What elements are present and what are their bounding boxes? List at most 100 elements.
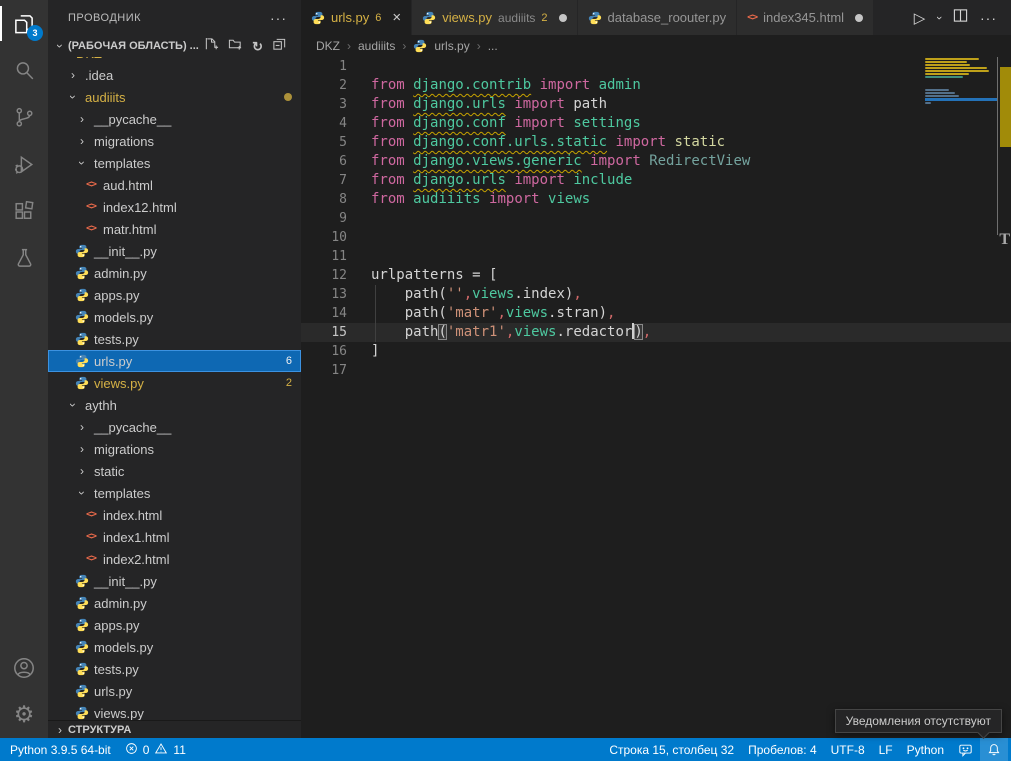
- code-line-14[interactable]: 14 path('matr',views.stran),: [301, 304, 1011, 323]
- tree-item-urls.py[interactable]: urls.py: [48, 680, 301, 702]
- tree-item-matr.html[interactable]: <>matr.html: [48, 218, 301, 240]
- explorer-more-icon[interactable]: ···: [270, 10, 287, 26]
- code-line-10[interactable]: 10: [301, 228, 1011, 247]
- close-icon[interactable]: ×: [392, 10, 401, 25]
- run-dropdown-icon[interactable]: ›: [933, 16, 945, 20]
- tree-item-tests.py[interactable]: tests.py: [48, 658, 301, 680]
- tab-folder-hint: audiiits: [498, 11, 535, 25]
- search-icon[interactable]: [0, 47, 48, 94]
- account-icon[interactable]: [0, 644, 48, 691]
- breadcrumb-file[interactable]: urls.py: [434, 39, 469, 53]
- breadcrumb-folder[interactable]: audiiits: [358, 39, 395, 53]
- problems-badge: 6: [286, 355, 292, 367]
- modified-dot[interactable]: [559, 14, 567, 22]
- tree-item-aud.html[interactable]: <>aud.html: [48, 174, 301, 196]
- breadcrumb-symbol[interactable]: ...: [488, 39, 498, 53]
- tree-item-tests.py[interactable]: tests.py: [48, 328, 301, 350]
- tab-views-py[interactable]: views.py audiiits 2: [412, 0, 577, 35]
- workspace-section-header[interactable]: › (РАБОЧАЯ ОБЛАСТЬ) ... ↻: [48, 35, 301, 57]
- split-editor-icon[interactable]: [953, 8, 968, 28]
- settings-gear-icon[interactable]: ⚙: [0, 691, 48, 738]
- language-mode-status[interactable]: Python: [900, 738, 951, 761]
- tree-item-index1.html[interactable]: <>index1.html: [48, 526, 301, 548]
- outline-label: СТРУКТУРА: [68, 724, 131, 736]
- tree-item-migrations[interactable]: ›migrations: [48, 130, 301, 152]
- tree-item-audiiits[interactable]: ›audiiits: [48, 86, 301, 108]
- tree-item-apps.py[interactable]: apps.py: [48, 284, 301, 306]
- breadcrumb-root[interactable]: DKZ: [316, 39, 340, 53]
- code-line-5[interactable]: 5from django.conf.urls.static import sta…: [301, 133, 1011, 152]
- tree-item-models.py[interactable]: models.py: [48, 636, 301, 658]
- code-line-13[interactable]: 13 path('',views.index),: [301, 285, 1011, 304]
- tree-item--pycache-[interactable]: ›__pycache__: [48, 108, 301, 130]
- code-line-8[interactable]: 8from audiiits import views: [301, 190, 1011, 209]
- chevron-down-icon: ›: [76, 155, 88, 171]
- minimap[interactable]: [925, 58, 997, 105]
- minimap-line: [925, 92, 955, 94]
- tree-item-templates[interactable]: ›templates: [48, 152, 301, 174]
- tree-item--init-.py[interactable]: __init__.py: [48, 240, 301, 262]
- tab-urls-py[interactable]: urls.py 6 ×: [301, 0, 412, 35]
- explorer-icon[interactable]: 3: [0, 0, 48, 47]
- code-line-9[interactable]: 9: [301, 209, 1011, 228]
- indentation-status[interactable]: Пробелов: 4: [741, 738, 824, 761]
- code-line-3[interactable]: 3from django.urls import path: [301, 95, 1011, 114]
- minimap-line: [925, 89, 949, 91]
- tree-item-admin.py[interactable]: admin.py: [48, 592, 301, 614]
- tree-item-models.py[interactable]: models.py: [48, 306, 301, 328]
- code-line-2[interactable]: 2from django.contrib import admin: [301, 76, 1011, 95]
- code-line-12[interactable]: 12urlpatterns = [: [301, 266, 1011, 285]
- tree-item-admin.py[interactable]: admin.py: [48, 262, 301, 284]
- collapse-all-icon[interactable]: [272, 37, 287, 55]
- tree-item-.idea[interactable]: ›.idea: [48, 64, 301, 86]
- testing-icon[interactable]: [0, 235, 48, 282]
- tree-item--pycache-[interactable]: ›__pycache__: [48, 416, 301, 438]
- modified-dot[interactable]: [855, 14, 863, 22]
- tree-item-views.py[interactable]: views.py: [48, 702, 301, 720]
- tree-item-static[interactable]: ›static: [48, 460, 301, 482]
- tab-database-roouter-py[interactable]: database_roouter.py: [578, 0, 738, 35]
- code-line-7[interactable]: 7from django.urls import include: [301, 171, 1011, 190]
- code-line-4[interactable]: 4from django.conf import settings: [301, 114, 1011, 133]
- new-folder-icon[interactable]: [228, 37, 243, 55]
- file-label: apps.py: [94, 618, 140, 633]
- chevron-right-icon: ›: [74, 443, 90, 455]
- code-line-1[interactable]: 1: [301, 57, 1011, 76]
- encoding-status[interactable]: UTF-8: [824, 738, 872, 761]
- tree-item-urls.py[interactable]: urls.py6: [48, 350, 301, 372]
- code-line-6[interactable]: 6from django.views.generic import Redire…: [301, 152, 1011, 171]
- tree-item-DKZ[interactable]: ›DKZ: [48, 57, 301, 64]
- problems-status[interactable]: 0 11: [118, 738, 193, 761]
- tree-item-templates[interactable]: ›templates: [48, 482, 301, 504]
- editor-scrollbar[interactable]: [1000, 57, 1011, 738]
- outline-section-header[interactable]: › СТРУКТУРА: [48, 720, 301, 738]
- html-icon: <>: [83, 202, 99, 212]
- tree-item-views.py[interactable]: views.py2: [48, 372, 301, 394]
- code-line-15[interactable]: 15 path('matr1',views.redactor),: [301, 323, 1011, 342]
- editor-more-icon[interactable]: ···: [980, 10, 997, 26]
- refresh-icon[interactable]: ↻: [252, 40, 263, 53]
- tree-item-index2.html[interactable]: <>index2.html: [48, 548, 301, 570]
- code-line-11[interactable]: 11: [301, 247, 1011, 266]
- eol-status[interactable]: LF: [872, 738, 900, 761]
- tree-item-index12.html[interactable]: <>index12.html: [48, 196, 301, 218]
- code-editor[interactable]: 12from django.contrib import admin3from …: [301, 57, 1011, 738]
- tree-item-index.html[interactable]: <>index.html: [48, 504, 301, 526]
- source-control-icon[interactable]: [0, 94, 48, 141]
- python-interpreter-status[interactable]: Python 3.9.5 64-bit: [3, 738, 118, 761]
- run-debug-icon[interactable]: [0, 141, 48, 188]
- new-file-icon[interactable]: [204, 37, 219, 55]
- tree-item-migrations[interactable]: ›migrations: [48, 438, 301, 460]
- feedback-icon[interactable]: [951, 738, 980, 761]
- code-line-17[interactable]: 17: [301, 361, 1011, 380]
- tree-item--init-.py[interactable]: __init__.py: [48, 570, 301, 592]
- notifications-bell-icon[interactable]: [980, 738, 1008, 761]
- cursor-position-status[interactable]: Строка 15, столбец 32: [602, 738, 741, 761]
- tree-item-apps.py[interactable]: apps.py: [48, 614, 301, 636]
- tab-index345-html[interactable]: <> index345.html: [737, 0, 874, 35]
- file-label: static: [94, 464, 124, 479]
- code-line-16[interactable]: 16]: [301, 342, 1011, 361]
- run-button[interactable]: ▷: [914, 9, 926, 27]
- extensions-icon[interactable]: [0, 188, 48, 235]
- tree-item-aythh[interactable]: ›aythh: [48, 394, 301, 416]
